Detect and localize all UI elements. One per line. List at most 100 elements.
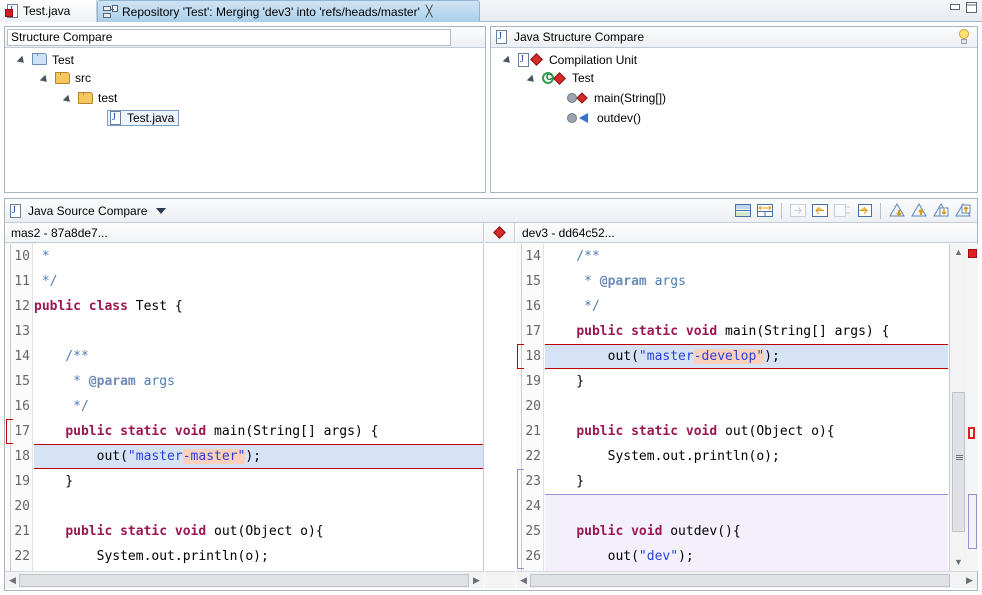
conflict-edge <box>545 344 948 345</box>
left-horizontal-scrollbar[interactable]: ◀ ▶ <box>5 571 484 588</box>
code-line[interactable]: public static void main(String[] args) { <box>34 419 483 444</box>
scroll-thumb[interactable] <box>19 574 469 587</box>
code-token: } <box>34 474 74 489</box>
java-structure-tree[interactable]: J Compilation Unit Test main(String[]) o… <box>491 48 977 192</box>
code-line[interactable]: out("master-develop"); <box>545 344 948 369</box>
code-line[interactable]: /** <box>545 244 948 269</box>
code-token: /** <box>34 349 89 364</box>
code-token: ); <box>245 449 261 464</box>
expand-twisty-icon[interactable] <box>65 94 74 103</box>
copy-all-right-to-left-button[interactable] <box>788 201 808 220</box>
tree-item-test[interactable]: Test <box>5 48 485 68</box>
right-horizontal-scrollbar[interactable]: ◀ ▶ <box>516 571 977 588</box>
overview-conflict-marker[interactable] <box>968 427 975 439</box>
close-icon[interactable]: ╳ <box>426 6 433 17</box>
code-token: */ <box>34 399 89 414</box>
scroll-right-arrow-icon[interactable]: ▶ <box>964 575 975 586</box>
code-line[interactable]: /** <box>34 344 483 369</box>
code-token: out(Object o){ <box>214 524 324 539</box>
scroll-thumb[interactable] <box>530 574 950 587</box>
line-number: 20 <box>525 399 541 414</box>
code-line[interactable]: public static void out(Object o){ <box>545 419 948 444</box>
left-code-area[interactable]: * */ public class Test { /** * @param arg… <box>34 244 483 571</box>
overview-conflict-marker-top[interactable] <box>968 249 977 258</box>
code-line[interactable]: * <box>34 244 483 269</box>
previous-difference-button[interactable] <box>909 201 929 220</box>
tree-item-compilation-unit[interactable]: J Compilation Unit <box>491 48 977 68</box>
code-line[interactable] <box>34 494 483 519</box>
scroll-down-arrow-icon[interactable]: ▼ <box>953 557 964 568</box>
code-token: public static void <box>576 424 726 439</box>
tree-item-method-main[interactable]: main(String[]) <box>491 88 977 108</box>
code-line[interactable]: } <box>545 369 948 394</box>
code-line[interactable]: System.out.println(o); <box>545 444 948 469</box>
code-line[interactable]: } <box>545 469 948 494</box>
code-line[interactable]: */ <box>34 394 483 419</box>
overview-ruler[interactable]: ▲ ▼ <box>949 244 978 571</box>
code-line[interactable]: out("dev"); <box>545 544 948 569</box>
tab-test-java[interactable]: J Test.java <box>0 0 97 22</box>
copy-current-left-to-right-button[interactable] <box>854 201 874 220</box>
code-line[interactable]: out("master-master"); <box>34 444 483 469</box>
tree-item-src[interactable]: src <box>5 68 485 88</box>
previous-change-button[interactable] <box>953 201 973 220</box>
conflict-edge <box>34 444 483 445</box>
code-line[interactable]: } <box>34 469 483 494</box>
java-file-icon: J <box>110 111 123 125</box>
right-vertical-scrollbar[interactable]: ▲ ▼ <box>950 244 967 571</box>
line-number: 17 <box>525 324 541 339</box>
right-source-editor[interactable]: 14151617181920212223242526272829 /** * @… <box>516 244 948 571</box>
code-line[interactable]: public static void main(String[] args) { <box>545 319 948 344</box>
code-line[interactable]: */ <box>545 294 948 319</box>
minimize-icon[interactable] <box>949 2 962 14</box>
tree-item-method-outdev[interactable]: outdev() <box>491 108 977 128</box>
code-line[interactable] <box>34 319 483 344</box>
code-line[interactable]: public void outdev(){ <box>545 519 948 544</box>
code-line[interactable]: * @param args <box>34 369 483 394</box>
lightbulb-icon[interactable] <box>957 29 972 45</box>
scroll-left-arrow-icon[interactable]: ◀ <box>518 575 529 586</box>
structure-compare-tree[interactable]: Test src test J Test.java <box>5 48 485 192</box>
code-token: public static void <box>576 324 726 339</box>
tree-item-test-java[interactable]: J Test.java <box>5 108 485 128</box>
scroll-left-arrow-icon[interactable]: ◀ <box>7 575 18 586</box>
expand-twisty-icon[interactable] <box>42 74 51 83</box>
java-source-compare-header: J Java Source Compare <box>5 199 977 223</box>
scroll-right-arrow-icon[interactable]: ▶ <box>471 575 482 586</box>
right-code-area[interactable]: /** * @param args */ public static void … <box>545 244 948 571</box>
maximize-icon[interactable] <box>965 2 978 14</box>
three-pane-layout-button[interactable] <box>755 201 775 220</box>
code-token: } <box>545 474 585 489</box>
copy-all-left-to-right-button[interactable] <box>832 201 852 220</box>
code-line[interactable]: public class Test { <box>34 294 483 319</box>
next-difference-button[interactable] <box>887 201 907 220</box>
overview-incoming-marker[interactable] <box>968 494 977 549</box>
code-token: public class <box>34 299 136 314</box>
chevron-down-icon[interactable] <box>156 207 167 214</box>
code-line[interactable] <box>545 394 948 419</box>
expand-twisty-icon[interactable] <box>19 55 28 64</box>
tab-repository-merge[interactable]: Repository 'Test': Merging 'dev3' into '… <box>97 0 480 22</box>
code-line[interactable]: * @param args <box>545 269 948 294</box>
compare-body: mas2 - 87a8de7... dev3 - dd64c52... 10 11… <box>5 223 978 590</box>
selected-tree-item[interactable]: J Test.java <box>107 110 180 126</box>
expand-twisty-icon[interactable] <box>505 55 514 64</box>
two-pane-layout-button[interactable] <box>733 201 753 220</box>
code-token: out( <box>545 549 639 564</box>
code-line[interactable]: System.out.println(o); <box>34 544 483 569</box>
tree-item-test-pkg[interactable]: test <box>5 88 485 108</box>
tree-item-label: Test.java <box>127 111 175 125</box>
scroll-thumb[interactable] <box>952 392 965 532</box>
expand-twisty-icon[interactable] <box>529 74 538 83</box>
code-token: System.out.println(o); <box>545 449 780 464</box>
left-source-editor[interactable]: 10111213141516171819202122232425 * */pub… <box>5 244 484 571</box>
code-line[interactable]: public static void out(Object o){ <box>34 519 483 544</box>
tree-item-class-test[interactable]: Test <box>491 68 977 88</box>
code-line[interactable]: */ <box>34 269 483 294</box>
code-line[interactable] <box>545 494 948 519</box>
copy-current-right-to-left-button[interactable] <box>810 201 830 220</box>
scroll-up-arrow-icon[interactable]: ▲ <box>953 247 964 258</box>
next-change-button[interactable] <box>931 201 951 220</box>
line-number: 14 <box>14 349 30 364</box>
